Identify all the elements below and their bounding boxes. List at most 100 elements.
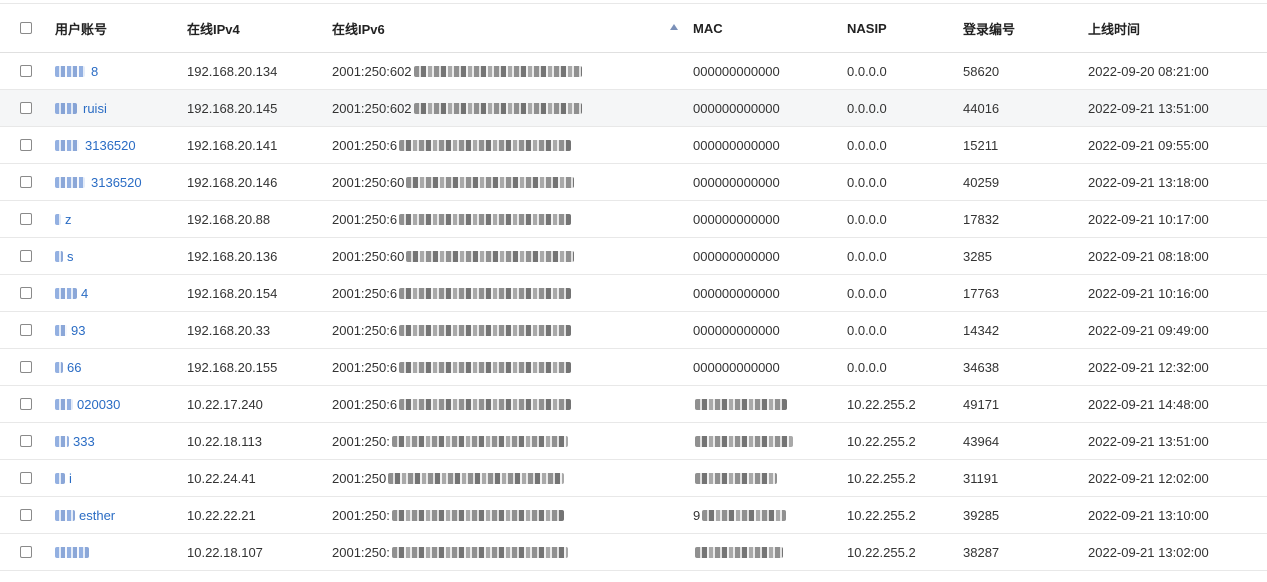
mac-cell: 000000000000 xyxy=(693,312,780,348)
login-number-value: 58620 xyxy=(963,63,1000,79)
row-checkbox[interactable] xyxy=(20,361,32,373)
table-row[interactable]: esther 10.22.22.21 2001:250: 9 10.22.255… xyxy=(0,497,1267,534)
row-checkbox[interactable] xyxy=(20,139,32,151)
ipv6-cell: 2001:250:60 xyxy=(332,164,575,200)
row-checkbox[interactable] xyxy=(20,213,32,225)
nasip-value: 0.0.0.0 xyxy=(847,137,887,153)
mac-value: 000000000000 xyxy=(693,285,780,301)
row-checkbox[interactable] xyxy=(20,65,32,77)
nasip-value: 0.0.0.0 xyxy=(847,285,887,301)
sort-ascending-icon[interactable] xyxy=(670,24,678,30)
mac-cell: 000000000000 xyxy=(693,275,780,311)
user-account-link[interactable]: 020030 xyxy=(77,397,120,412)
ipv6-cell: 2001:250:6 xyxy=(332,386,572,422)
row-checkbox[interactable] xyxy=(20,472,32,484)
table-row[interactable]: 333 10.22.18.113 2001:250: 10.22.255.2 4… xyxy=(0,423,1267,460)
redacted-mac xyxy=(695,435,793,447)
row-checkbox[interactable] xyxy=(20,398,32,410)
redacted-user-prefix xyxy=(55,250,63,262)
redacted-user-prefix xyxy=(55,65,85,77)
select-all-checkbox[interactable] xyxy=(20,22,32,34)
ipv6-value: 2001:250: xyxy=(332,433,390,449)
table-row[interactable]: 93 192.168.20.33 2001:250:6 000000000000… xyxy=(0,312,1267,349)
table-row[interactable]: 66 192.168.20.155 2001:250:6 00000000000… xyxy=(0,349,1267,386)
user-account-link[interactable]: 3136520 xyxy=(85,138,136,153)
table-row[interactable]: z 192.168.20.88 2001:250:6 000000000000 … xyxy=(0,201,1267,238)
online-time-value: 2022-09-20 08:21:00 xyxy=(1088,63,1209,79)
user-account-link[interactable]: z xyxy=(65,212,72,227)
user-account-link[interactable]: i xyxy=(69,471,72,486)
user-account-link[interactable]: ruisi xyxy=(83,101,107,116)
user-account-link[interactable]: esther xyxy=(79,508,115,523)
ipv6-cell: 2001:250: xyxy=(332,423,568,459)
user-account-link[interactable]: 93 xyxy=(71,323,85,338)
login-number-value: 14342 xyxy=(963,322,1000,338)
nasip-value: 0.0.0.0 xyxy=(847,322,887,338)
nasip-value: 0.0.0.0 xyxy=(847,174,887,190)
row-checkbox[interactable] xyxy=(20,102,32,114)
mac-value: 000000000000 xyxy=(693,248,780,264)
login-number-value: 17832 xyxy=(963,211,1000,227)
redacted-user-prefix xyxy=(55,139,79,151)
online-users-table: 用户账号 在线IPv4 在线IPv6 MAC NASIP 登录编号 上线时间 8… xyxy=(0,3,1267,571)
header-nasip[interactable]: NASIP xyxy=(847,4,887,52)
redacted-user-prefix xyxy=(55,546,89,558)
ipv4-value: 192.168.20.145 xyxy=(187,100,278,116)
redacted-mac xyxy=(695,546,783,558)
ipv4-value: 192.168.20.33 xyxy=(187,322,271,338)
redacted-user-prefix xyxy=(55,324,67,336)
table-row[interactable]: 3136520 192.168.20.141 2001:250:6 000000… xyxy=(0,127,1267,164)
ipv4-value: 192.168.20.155 xyxy=(187,359,278,375)
ipv4-value: 10.22.22.21 xyxy=(187,507,256,523)
header-mac[interactable]: MAC xyxy=(693,4,723,52)
user-account-link[interactable]: 3136520 xyxy=(91,175,142,190)
header-login-number[interactable]: 登录编号 xyxy=(963,4,1015,52)
redacted-user-prefix xyxy=(55,472,65,484)
ipv6-value: 2001:250:6 xyxy=(332,396,398,412)
row-checkbox[interactable] xyxy=(20,435,32,447)
ipv6-value: 2001:250:602 xyxy=(332,63,412,79)
mac-value: 000000000000 xyxy=(693,359,780,375)
row-checkbox[interactable] xyxy=(20,324,32,336)
ipv4-value: 10.22.24.41 xyxy=(187,470,256,486)
ipv6-cell: 2001:250:6 xyxy=(332,275,572,311)
row-checkbox[interactable] xyxy=(20,287,32,299)
ipv4-value: 192.168.20.134 xyxy=(187,63,278,79)
table-row[interactable]: 3136520 192.168.20.146 2001:250:60 00000… xyxy=(0,164,1267,201)
table-row[interactable]: 4 192.168.20.154 2001:250:6 000000000000… xyxy=(0,275,1267,312)
user-account-cell: esther xyxy=(55,497,115,533)
row-checkbox[interactable] xyxy=(20,509,32,521)
nasip-value: 0.0.0.0 xyxy=(847,211,887,227)
table-row[interactable]: 020030 10.22.17.240 2001:250:6 10.22.255… xyxy=(0,386,1267,423)
header-user-account[interactable]: 用户账号 xyxy=(55,4,107,52)
mac-cell: 000000000000 xyxy=(693,201,780,237)
header-online-time[interactable]: 上线时间 xyxy=(1088,4,1140,52)
ipv4-value: 192.168.20.146 xyxy=(187,174,278,190)
header-online-ipv4[interactable]: 在线IPv4 xyxy=(187,4,240,52)
redacted-ipv6 xyxy=(399,324,572,336)
table-row[interactable]: 10.22.18.107 2001:250: 10.22.255.2 38287… xyxy=(0,534,1267,571)
user-account-link[interactable]: 333 xyxy=(73,434,95,449)
table-row[interactable]: 8 192.168.20.134 2001:250:602 0000000000… xyxy=(0,53,1267,90)
mac-cell xyxy=(693,460,777,496)
row-checkbox[interactable] xyxy=(20,250,32,262)
user-account-link[interactable]: s xyxy=(67,249,74,264)
user-account-link[interactable]: 4 xyxy=(81,286,88,301)
table-row[interactable]: i 10.22.24.41 2001:250 10.22.255.2 31191… xyxy=(0,460,1267,497)
redacted-ipv6 xyxy=(413,65,582,77)
online-time-value: 2022-09-21 12:32:00 xyxy=(1088,359,1209,375)
table-row[interactable]: s 192.168.20.136 2001:250:60 00000000000… xyxy=(0,238,1267,275)
user-account-link[interactable]: 8 xyxy=(91,64,98,79)
row-select-cell xyxy=(20,127,32,163)
ipv6-cell: 2001:250:602 xyxy=(332,90,582,126)
ipv6-value: 2001:250: xyxy=(332,544,390,560)
login-number-value: 34638 xyxy=(963,359,1000,375)
user-account-link[interactable]: 66 xyxy=(67,360,81,375)
header-online-ipv6[interactable]: 在线IPv6 xyxy=(332,4,385,52)
table-row[interactable]: ruisi 192.168.20.145 2001:250:602 000000… xyxy=(0,90,1267,127)
redacted-user-prefix xyxy=(55,509,75,521)
row-checkbox[interactable] xyxy=(20,176,32,188)
row-checkbox[interactable] xyxy=(20,546,32,558)
login-number-value: 40259 xyxy=(963,174,1000,190)
mac-cell: 000000000000 xyxy=(693,238,780,274)
